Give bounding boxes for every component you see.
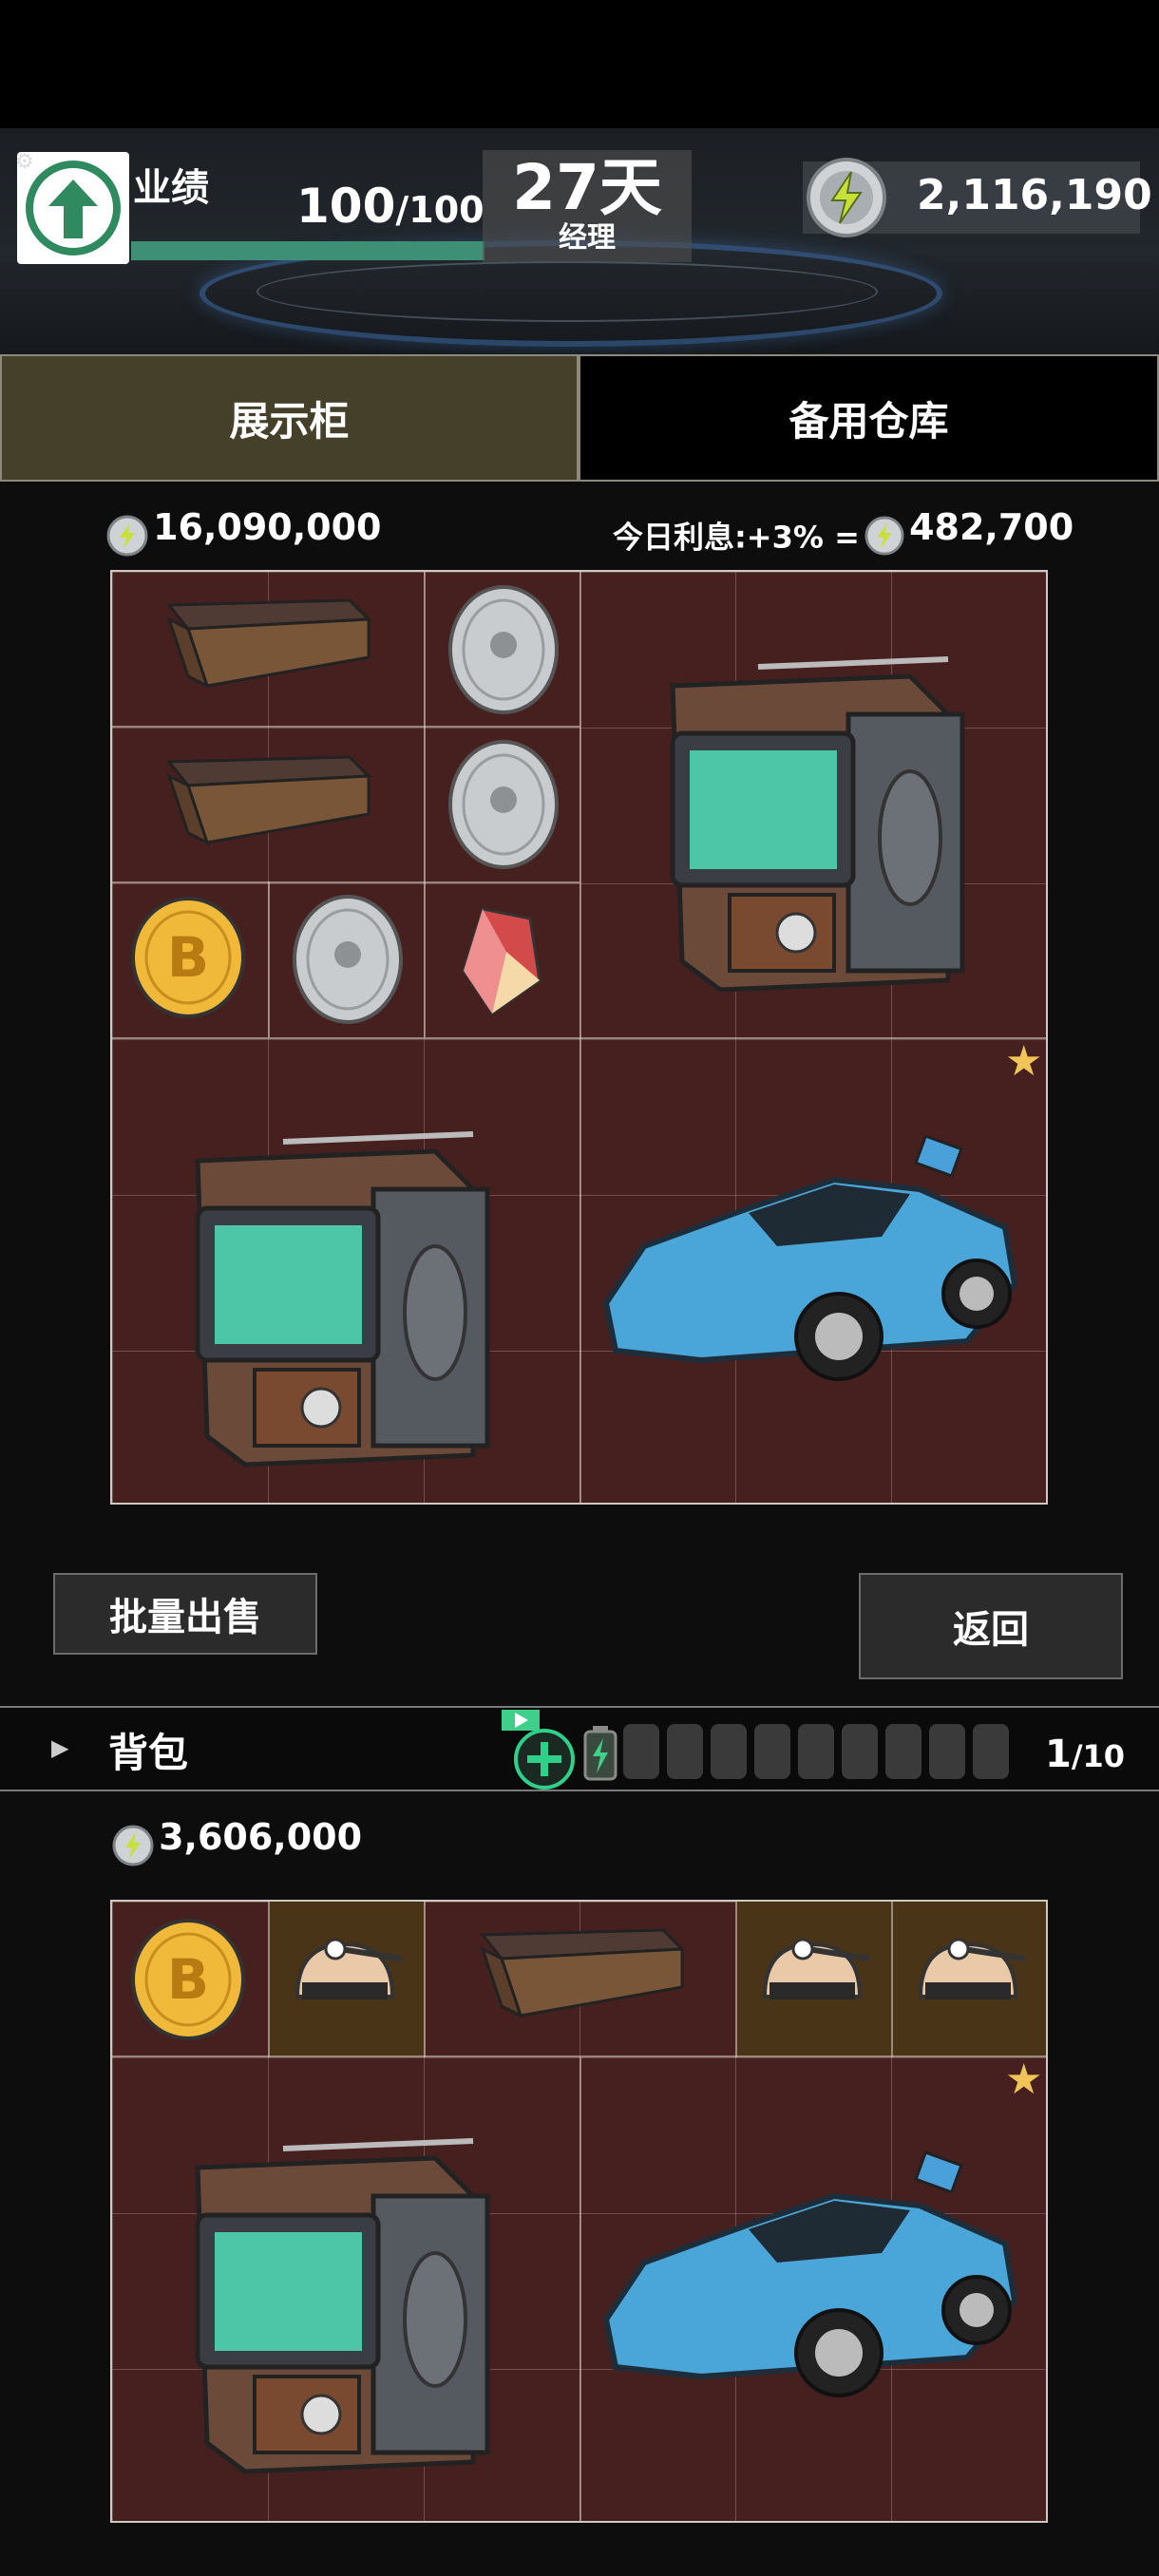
play-triangle-icon[interactable]: ▶ <box>51 1734 68 1761</box>
bitcoin-item[interactable]: B <box>129 1917 247 2042</box>
battery-slot <box>711 1724 747 1779</box>
pen-box-item[interactable] <box>150 591 397 705</box>
backpack-grid: B ★ <box>110 1900 1048 2523</box>
interest-row: 今日利息:+3% = 482,700 <box>613 506 1074 558</box>
interest-label: 今日利息:+3% = <box>613 519 860 556</box>
battery-slot <box>842 1724 878 1779</box>
retro-tv-item[interactable] <box>150 2092 530 2491</box>
silver-coin-item[interactable] <box>445 738 562 871</box>
sports-car-item[interactable] <box>587 2139 1034 2424</box>
day-counter: 27天 经理 <box>483 150 692 262</box>
battery-slot <box>885 1724 922 1779</box>
crystal-item[interactable] <box>454 904 549 1018</box>
bitcoin-item[interactable]: B <box>129 895 247 1020</box>
svg-text:B: B <box>167 925 209 990</box>
performance-current: 100 <box>296 179 396 234</box>
battery-slot <box>623 1724 659 1779</box>
backpack-value: 3,606,000 <box>159 1816 363 1858</box>
performance-max: /100 <box>395 189 484 231</box>
bulk-sell-button[interactable]: 批量出售 <box>53 1573 317 1655</box>
tab-spare-warehouse[interactable]: 备用仓库 <box>579 354 1159 482</box>
pen-box-item[interactable] <box>150 748 397 862</box>
performance-progress-fill <box>131 241 484 260</box>
battery-icon <box>583 1726 618 1781</box>
interest-value: 482,700 <box>909 506 1074 548</box>
battery-slot <box>929 1724 965 1779</box>
battery-slot <box>667 1724 703 1779</box>
performance-label: 业绩 <box>133 166 209 210</box>
helmet-item[interactable] <box>750 1930 874 2025</box>
retro-tv-item[interactable] <box>150 1085 530 1484</box>
battery-slot <box>754 1724 790 1779</box>
cabinet-value-row: 16,090,000 <box>106 506 382 557</box>
player-rank: 经理 <box>559 221 616 255</box>
pen-box-item[interactable] <box>464 1921 711 2035</box>
add-icon[interactable] <box>511 1726 578 1792</box>
helmet-item[interactable] <box>906 1930 1030 2025</box>
backpack-label: 背包 <box>108 1730 189 1776</box>
up-arrow-icon <box>26 161 121 256</box>
lightning-coin-icon <box>864 515 904 556</box>
star-icon: ★ <box>1005 2055 1043 2104</box>
gear-icon[interactable]: ⚙ <box>15 150 34 174</box>
helmet-item[interactable] <box>283 1930 407 2025</box>
lightning-coin-icon <box>806 157 887 242</box>
backpack-capacity-current: 1 <box>1045 1733 1072 1776</box>
performance-progress-bar <box>131 241 484 260</box>
hud-ring-inner-decoration <box>256 261 878 322</box>
tab-display-cabinet[interactable]: 展示柜 <box>0 354 579 482</box>
star-icon: ★ <box>1005 1037 1043 1086</box>
silver-coin-item[interactable] <box>289 893 407 1026</box>
backpack-capacity: 1/10 <box>1045 1733 1125 1776</box>
day-count: 27天 <box>512 151 662 224</box>
backpack-value-row: 3,606,000 <box>112 1816 362 1866</box>
performance-value: 100/100 <box>296 179 484 234</box>
total-coins: 2,116,190 <box>917 171 1152 219</box>
sports-car-item[interactable] <box>587 1123 1034 1408</box>
display-cabinet-grid: B ★ <box>110 570 1048 1505</box>
lightning-coin-icon <box>106 515 148 556</box>
lightning-coin-icon <box>112 1825 154 1866</box>
battery-slot <box>798 1724 834 1779</box>
cabinet-value: 16,090,000 <box>153 506 382 548</box>
back-button[interactable]: 返回 <box>859 1573 1123 1679</box>
retro-tv-item[interactable] <box>625 610 1005 1009</box>
backpack-capacity-max: /10 <box>1071 1738 1126 1774</box>
battery-slot <box>973 1724 1009 1779</box>
silver-coin-item[interactable] <box>445 583 562 716</box>
svg-text:B: B <box>167 1947 209 2012</box>
status-bar-area <box>0 0 1159 128</box>
